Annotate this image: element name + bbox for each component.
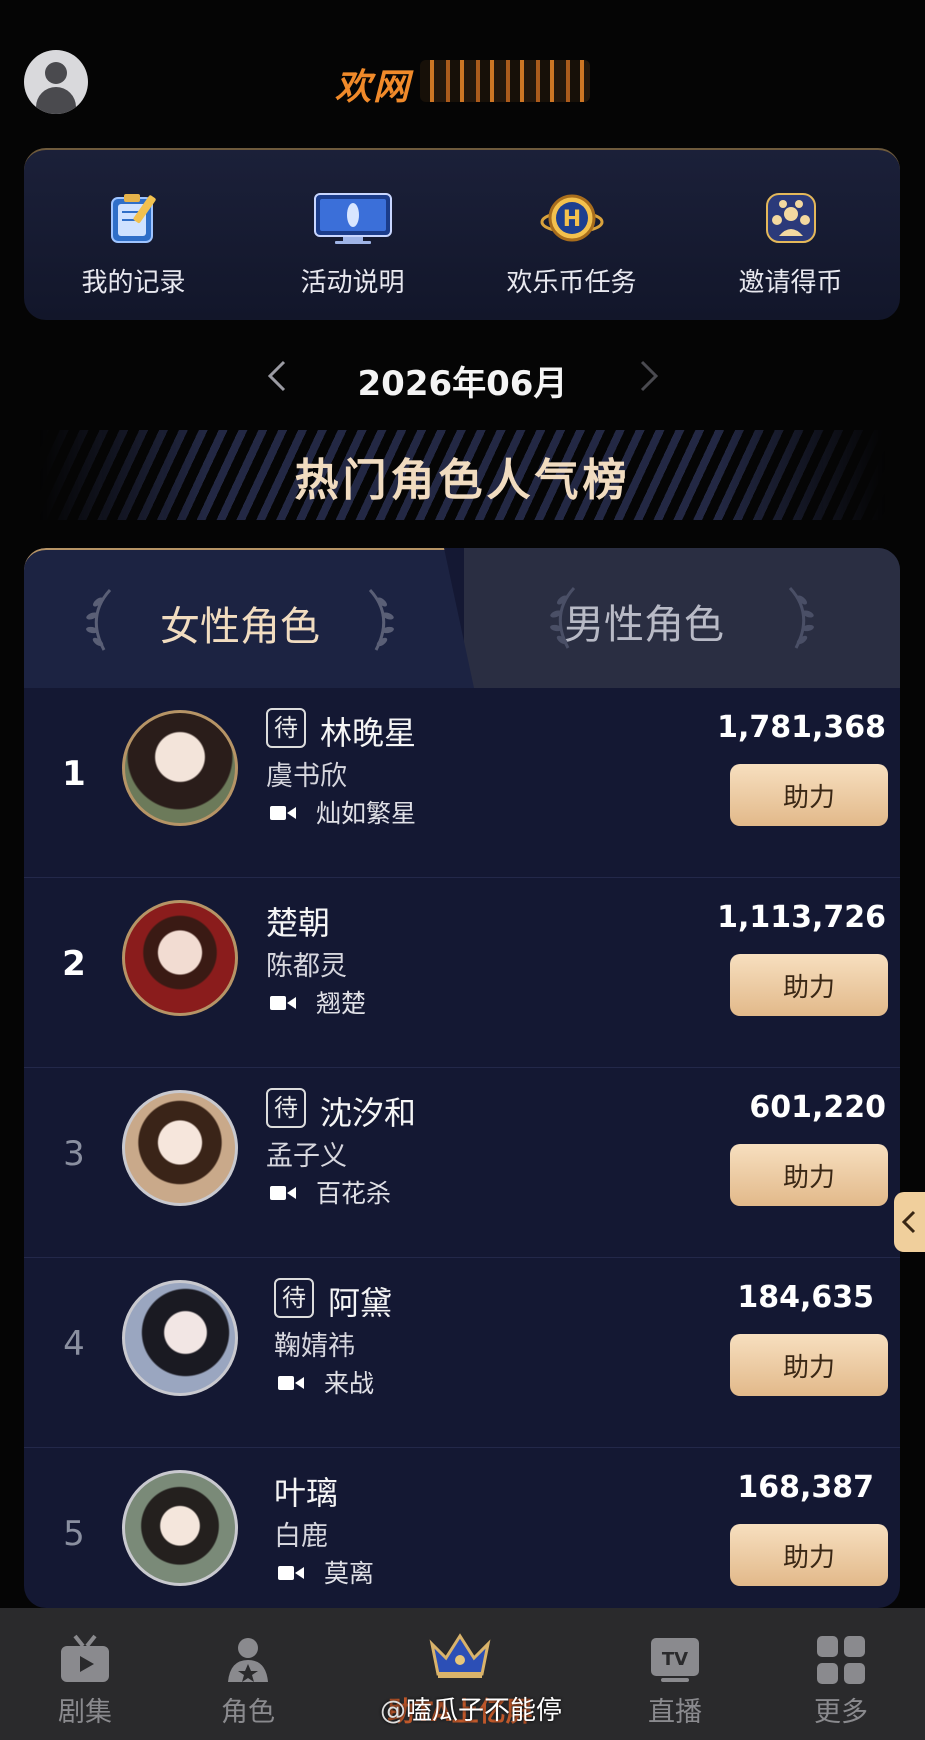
character-name: 林晚星 — [320, 714, 417, 752]
menu-label: 活动说明 — [300, 268, 405, 298]
character-avatar[interactable] — [122, 1280, 238, 1396]
nav-label: 角色 — [221, 1697, 275, 1728]
svg-text:H: H — [562, 207, 580, 232]
character-name: 叶璃 — [274, 1474, 339, 1512]
rank-number: 2 — [62, 944, 86, 984]
avatar-body — [36, 87, 76, 114]
menu-label: 我的记录 — [81, 268, 186, 298]
drama-title: 灿如繁星 — [316, 799, 417, 828]
laurel-left-icon — [86, 588, 112, 651]
date-switcher: 2026年06月 — [0, 350, 925, 406]
brand-logo: 欢网 — [335, 67, 412, 108]
menu-activity-info[interactable]: 活动说明 — [243, 150, 462, 322]
pending-tag: 待 — [266, 1088, 306, 1128]
laurel-right-icon — [368, 588, 394, 651]
nav-live[interactable]: TV 直播 — [620, 1608, 730, 1740]
actor-name: 孟子义 — [266, 1141, 347, 1172]
tab-female-label: 女性角色 — [160, 604, 320, 650]
character-icon — [228, 1638, 268, 1682]
menu-invite-coins[interactable]: 邀请得币 — [681, 150, 900, 322]
character-avatar[interactable] — [122, 900, 238, 1016]
ranking-title: 热门角色人气榜 — [294, 455, 631, 506]
nav-characters[interactable]: 角色 — [193, 1608, 303, 1740]
quick-menu: 我的记录 活动说明 H 欢乐币任务 邀请得币 — [24, 148, 900, 320]
character-avatar[interactable] — [122, 710, 238, 826]
menu-my-records[interactable]: 我的记录 — [24, 150, 243, 322]
vote-count: 1,781,368 — [717, 710, 886, 745]
rank-number: 5 — [63, 1514, 85, 1554]
vote-count: 601,220 — [749, 1090, 886, 1125]
drama-title: 来战 — [324, 1369, 375, 1398]
svg-text:TV: TV — [662, 1649, 688, 1670]
character-name: 沈汐和 — [320, 1094, 417, 1132]
brand-logo-obscured — [420, 60, 590, 102]
chevron-left-icon — [901, 1210, 916, 1234]
ranking-row[interactable]: 5 叶璃 白鹿 莫离 168,387 助力 — [24, 1448, 900, 1608]
menu-label: 欢乐币任务 — [506, 268, 637, 298]
nav-label: 直播 — [648, 1697, 702, 1728]
rank-number: 4 — [63, 1324, 85, 1364]
pending-tag: 待 — [274, 1278, 314, 1318]
character-avatar[interactable] — [122, 1090, 238, 1206]
menu-label: 邀请得币 — [738, 268, 843, 298]
tv-play-icon — [61, 1634, 109, 1682]
drama-title: 翘楚 — [316, 989, 367, 1018]
watermark: @嗑瓜子不能停 — [380, 1690, 562, 1727]
vote-count: 168,387 — [737, 1470, 874, 1505]
character-avatar[interactable] — [122, 1470, 238, 1586]
tv-live-icon: TV — [651, 1638, 699, 1682]
nav-label: 剧集 — [58, 1697, 112, 1728]
boost-button[interactable]: 助力 — [730, 1144, 888, 1206]
h-coin-icon: H — [540, 194, 603, 242]
screen-display-icon — [313, 193, 392, 244]
ranking-row[interactable]: 3 待 沈汐和 孟子义 百花杀 601,220 助力 — [24, 1068, 900, 1258]
ranking-row[interactable]: 1 待 林晚星 虞书欣 灿如繁星 1,781,368 助力 — [24, 688, 900, 878]
watermark-at: @ — [380, 1696, 406, 1726]
drama-title: 莫离 — [324, 1559, 375, 1588]
ranking-row[interactable]: 2 楚朝 陈都灵 翘楚 1,113,726 助力 — [24, 878, 900, 1068]
boost-button[interactable]: 助力 — [730, 1334, 888, 1396]
tab-female[interactable]: 女性角色 — [24, 548, 474, 688]
nav-more[interactable]: 更多 — [786, 1608, 896, 1740]
ranking-board: 男性角色 女性角色 1 待 林晚星 虞书欣 灿如繁星 1,781,368 助力 … — [24, 548, 900, 1608]
actor-name: 陈都灵 — [266, 951, 347, 982]
boost-button[interactable]: 助力 — [730, 1524, 888, 1586]
tab-male[interactable]: 男性角色 — [464, 548, 900, 688]
rank-number: 1 — [62, 754, 86, 794]
ranking-row[interactable]: 4 待 阿黛 鞠婧祎 来战 184,635 助力 — [24, 1258, 900, 1448]
nav-label: 更多 — [814, 1697, 868, 1728]
vote-count: 1,113,726 — [717, 900, 886, 935]
rank-number: 3 — [63, 1134, 85, 1174]
chevron-right-icon[interactable] — [628, 356, 668, 396]
boost-button[interactable]: 助力 — [730, 764, 888, 826]
boost-button[interactable]: 助力 — [730, 954, 888, 1016]
character-name: 楚朝 — [266, 904, 331, 942]
drama-title: 百花杀 — [316, 1179, 392, 1208]
video-camera-icon — [270, 996, 296, 1010]
nav-episodes[interactable]: 剧集 — [30, 1608, 140, 1740]
side-panel-toggle[interactable] — [894, 1192, 925, 1252]
laurel-right-icon — [788, 586, 814, 649]
menu-coin-tasks[interactable]: H 欢乐币任务 — [462, 150, 681, 322]
avatar-head — [45, 62, 67, 84]
notebook-pen-icon — [110, 194, 156, 243]
character-name: 阿黛 — [328, 1284, 393, 1322]
video-camera-icon — [278, 1566, 304, 1580]
video-camera-icon — [270, 806, 296, 820]
tab-male-label: 男性角色 — [564, 602, 724, 648]
user-avatar-icon[interactable] — [24, 50, 88, 114]
actor-name: 白鹿 — [274, 1521, 328, 1552]
video-camera-icon — [270, 1186, 296, 1200]
vote-count: 184,635 — [737, 1280, 874, 1315]
crown-icon — [429, 1633, 491, 1678]
top-bar: 欢网 — [0, 0, 925, 150]
people-network-icon — [765, 193, 816, 243]
watermark-text: 嗑瓜子不能停 — [406, 1696, 563, 1726]
current-month: 2026年06月 — [357, 364, 568, 404]
actor-name: 鞠婧祎 — [274, 1331, 355, 1362]
video-camera-icon — [278, 1376, 304, 1390]
actor-name: 虞书欣 — [266, 761, 347, 792]
pending-tag: 待 — [266, 708, 306, 748]
grid-more-icon — [817, 1636, 865, 1684]
